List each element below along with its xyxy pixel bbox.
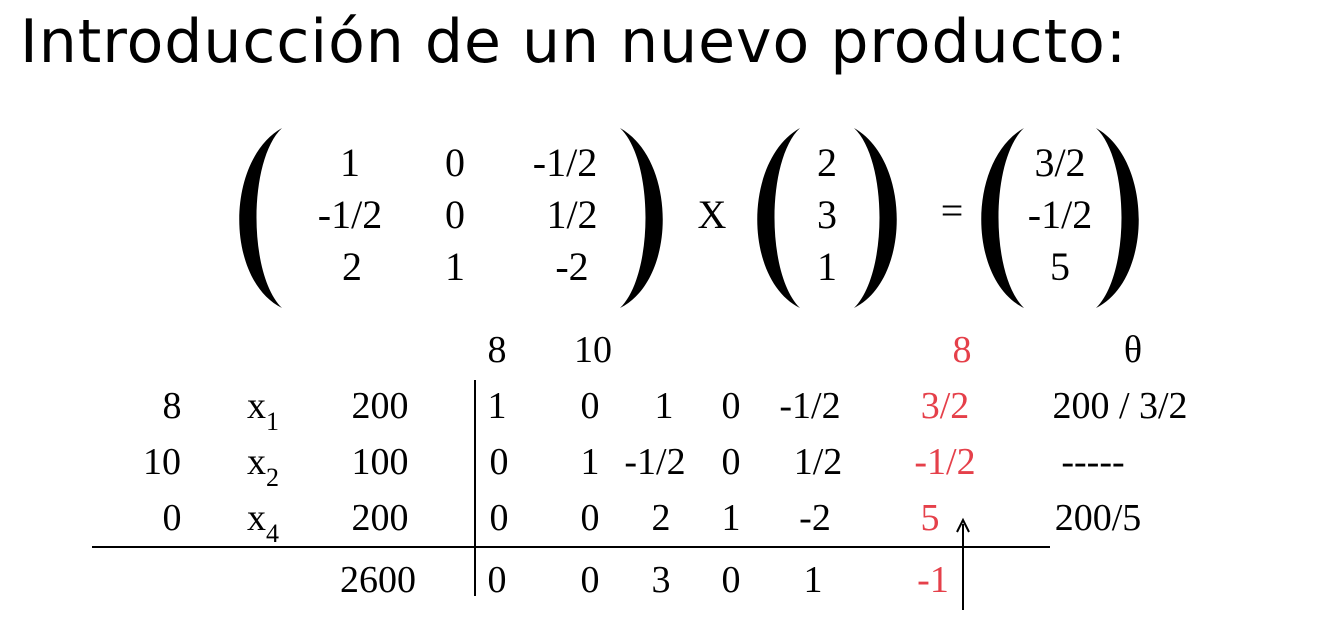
result-cell: -1/2	[1027, 192, 1093, 237]
vector-cell: 3	[817, 192, 837, 237]
row-coef: 1	[721, 497, 741, 539]
matrix-cell: -2	[555, 244, 589, 289]
right-paren-result	[1096, 128, 1139, 308]
tableau-horizontal-divider	[92, 546, 1050, 548]
row-ratio: 200/5	[1054, 497, 1142, 539]
header-theta: θ	[1123, 329, 1143, 371]
right-paren-vector	[854, 128, 897, 308]
row-coef: 0	[489, 497, 509, 539]
result-cell: 5	[1050, 244, 1070, 289]
matrix-equation: 1 0 -1/2 -1/2 0 1/2 2 1 -2 X 2 3 1 = 3/2…	[0, 0, 1317, 637]
right-paren-matrix	[620, 128, 663, 308]
row-ratio: -----	[1061, 441, 1125, 483]
row-b-value: 200	[351, 385, 409, 427]
entering-arrow-icon	[956, 517, 970, 610]
row-entering-coef: 3/2	[920, 385, 970, 427]
left-paren-vector	[757, 128, 800, 308]
row-coef: 0	[721, 385, 741, 427]
vector-cell: 2	[817, 140, 837, 185]
row-coef: 0	[489, 441, 509, 483]
equation-parentheses	[239, 128, 1139, 308]
matrix-cell: 1/2	[546, 192, 598, 237]
row-coef: 1	[580, 441, 600, 483]
header-cost-2: 10	[574, 329, 612, 371]
objective-value: 2600	[340, 559, 416, 601]
matrix-cell: -1/2	[317, 192, 383, 237]
header-cost-1: 8	[487, 329, 507, 371]
header-entering-cost: 8	[952, 329, 972, 371]
row-entering-coef: -1/2	[914, 441, 976, 483]
left-paren-result	[981, 128, 1024, 308]
matrix-cell: 1	[445, 244, 465, 289]
reduced-cost: 0	[580, 559, 600, 601]
reduced-cost: 0	[487, 559, 507, 601]
row-coef: 0	[580, 497, 600, 539]
vector-cell: 1	[817, 244, 837, 289]
reduced-cost: 3	[651, 559, 671, 601]
row-cb: 10	[143, 441, 181, 483]
matrix-cell: 1	[340, 140, 360, 185]
row-basic-var: x1	[247, 385, 279, 436]
row-cb: 8	[162, 385, 182, 427]
tableau-vertical-divider	[474, 380, 476, 596]
reduced-cost: 0	[721, 559, 741, 601]
row-b-value: 100	[351, 441, 409, 483]
matrix-cell: 0	[445, 140, 465, 185]
equals-symbol: =	[940, 188, 964, 233]
matrix-cell: -1/2	[532, 140, 598, 185]
matrix-cell: 2	[342, 244, 362, 289]
row-coef: -1/2	[779, 385, 841, 427]
row-coef: 2	[651, 497, 671, 539]
row-cb: 0	[162, 497, 182, 539]
row-ratio: 200 / 3/2	[1052, 385, 1188, 427]
times-symbol: X	[697, 192, 727, 237]
row-coef: 0	[580, 385, 600, 427]
row-coef: 0	[721, 441, 741, 483]
entering-reduced-cost: -1	[917, 559, 949, 601]
row-basic-var: x2	[247, 441, 279, 492]
row-b-value: 200	[351, 497, 409, 539]
left-paren-matrix	[239, 128, 282, 308]
matrix-cell: 0	[445, 192, 465, 237]
row-entering-coef: 5	[920, 497, 940, 539]
row-coef: 1	[654, 385, 674, 427]
row-coef: 1/2	[793, 441, 843, 483]
row-basic-var: x4	[247, 497, 279, 548]
result-cell: 3/2	[1034, 140, 1086, 185]
row-coef: 1	[487, 385, 507, 427]
row-coef: -2	[799, 497, 831, 539]
reduced-cost: 1	[803, 559, 823, 601]
row-coef: -1/2	[624, 441, 686, 483]
